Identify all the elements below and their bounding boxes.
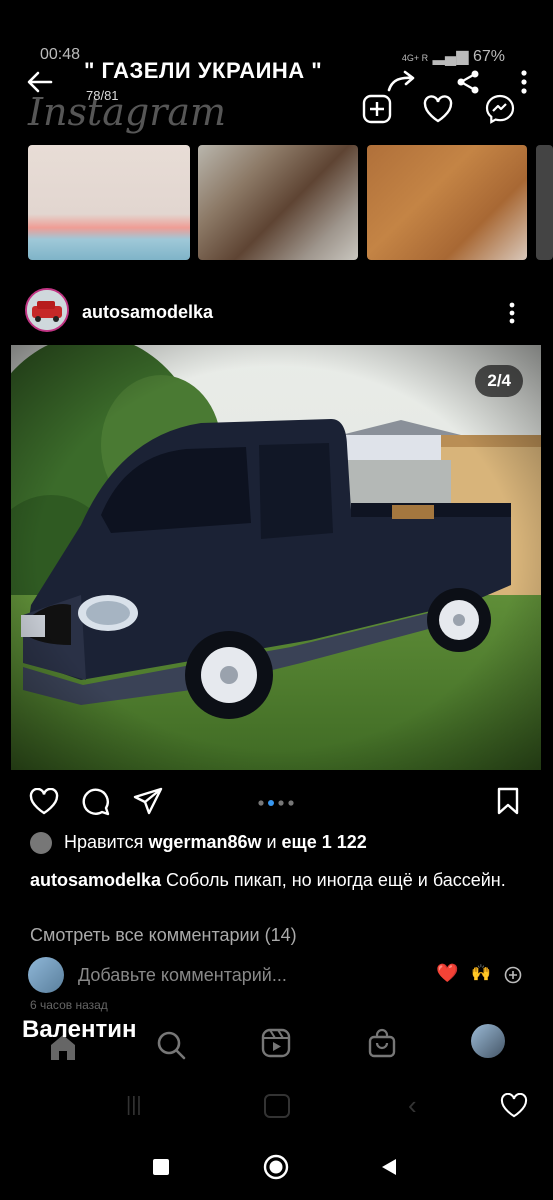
- liker-username[interactable]: wgerman86w: [148, 832, 261, 852]
- bookmark-icon: [497, 787, 519, 815]
- home-button[interactable]: [262, 1153, 290, 1181]
- avatar-image: [27, 290, 67, 330]
- save-button[interactable]: [492, 785, 524, 817]
- avatar: [28, 957, 64, 993]
- home-circle-icon: [263, 1154, 289, 1180]
- nav-shop[interactable]: [365, 1026, 399, 1060]
- pickup-truck-photo: [11, 345, 541, 770]
- likes-prefix: Нравится: [64, 832, 149, 852]
- share-icon: [457, 70, 479, 94]
- top-bar: Instagram " ГАЗЕЛИ УКРАИНА " 78/81: [0, 52, 553, 134]
- overlay-name: Валентин: [22, 1016, 137, 1043]
- system-nav-bar: [0, 1148, 553, 1188]
- plus-circle-icon: [504, 966, 522, 984]
- view-comments-link[interactable]: Смотреть все комментарии (14): [30, 925, 297, 946]
- story-counter: 78/81: [86, 88, 119, 103]
- share-button[interactable]: [452, 66, 484, 98]
- shopping-bag-icon: [368, 1028, 396, 1058]
- back-button[interactable]: [22, 64, 58, 100]
- carousel-dots: [257, 795, 297, 806]
- recents-icon: |||: [126, 1094, 142, 1116]
- caption-text: Соболь пикап, но иногда ещё и бассейн.: [161, 870, 506, 890]
- thumbnail-image[interactable]: [198, 145, 358, 260]
- carousel-pager: 2/4: [475, 365, 523, 397]
- back-button-system[interactable]: [378, 1156, 400, 1178]
- quick-emoji-heart[interactable]: ❤️: [436, 963, 458, 984]
- comment-icon: [82, 788, 110, 816]
- add-emoji-button[interactable]: [503, 965, 523, 985]
- comment-button[interactable]: [80, 785, 112, 817]
- thumbnail-image[interactable]: [28, 145, 190, 260]
- heart-icon: [29, 787, 59, 814]
- post-username[interactable]: autosamodelka: [82, 302, 213, 323]
- comment-input[interactable]: Добавьте комментарий...: [78, 965, 287, 986]
- more-vertical-icon: [521, 70, 527, 94]
- paper-plane-icon: [133, 787, 163, 815]
- avatar[interactable]: [25, 288, 69, 332]
- likes-count[interactable]: еще 1 122: [282, 832, 367, 852]
- triangle-back-icon: [382, 1159, 396, 1175]
- post-header: autosamodelka: [0, 286, 553, 338]
- home-square-icon: [264, 1094, 290, 1118]
- arrow-left-icon: [27, 71, 53, 93]
- post-actions: [0, 785, 553, 817]
- nav-reels[interactable]: [259, 1026, 293, 1060]
- page-title: " ГАЗЕЛИ УКРАИНА ": [84, 58, 323, 83]
- activity-button[interactable]: [421, 92, 455, 126]
- more-vertical-icon: [509, 302, 515, 324]
- quick-emoji-hands[interactable]: 🙌: [471, 963, 491, 983]
- messenger-button[interactable]: [483, 92, 517, 126]
- share-post-button[interactable]: [132, 785, 164, 817]
- post-photo[interactable]: 2/4: [11, 345, 541, 770]
- stop-button[interactable]: [153, 1159, 169, 1175]
- search-icon: [157, 1031, 186, 1060]
- create-post-button[interactable]: [360, 92, 394, 126]
- like-button[interactable]: [28, 785, 60, 817]
- heart-icon: [500, 1092, 528, 1117]
- thumbnail-image[interactable]: [536, 145, 553, 260]
- messenger-icon: [485, 94, 515, 124]
- heart-icon: [423, 95, 453, 123]
- dim-nav-bar: ||| ‹: [0, 1090, 553, 1120]
- post-timestamp: 6 часов назад: [30, 998, 108, 1012]
- likes-line: Нравится wgerman86w и еще 1 122: [30, 832, 367, 855]
- nav-search[interactable]: [154, 1028, 188, 1062]
- plus-square-icon: [362, 94, 392, 124]
- caption-username[interactable]: autosamodelka: [30, 870, 161, 890]
- liker-avatar: [30, 832, 52, 855]
- post-options-button[interactable]: [500, 298, 524, 328]
- floating-like-button[interactable]: [498, 1090, 530, 1120]
- back-chevron-icon: ‹: [408, 1090, 417, 1120]
- likes-middle: и: [261, 832, 282, 852]
- post-caption: autosamodelka Соболь пикап, но иногда ещ…: [30, 868, 530, 893]
- forward-arrow-icon: [387, 70, 415, 92]
- reels-icon: [261, 1028, 291, 1058]
- comment-row: Добавьте комментарий... ❤️ 🙌: [0, 955, 553, 995]
- thumbnail-image[interactable]: [367, 145, 527, 260]
- nav-profile-avatar[interactable]: [471, 1024, 505, 1058]
